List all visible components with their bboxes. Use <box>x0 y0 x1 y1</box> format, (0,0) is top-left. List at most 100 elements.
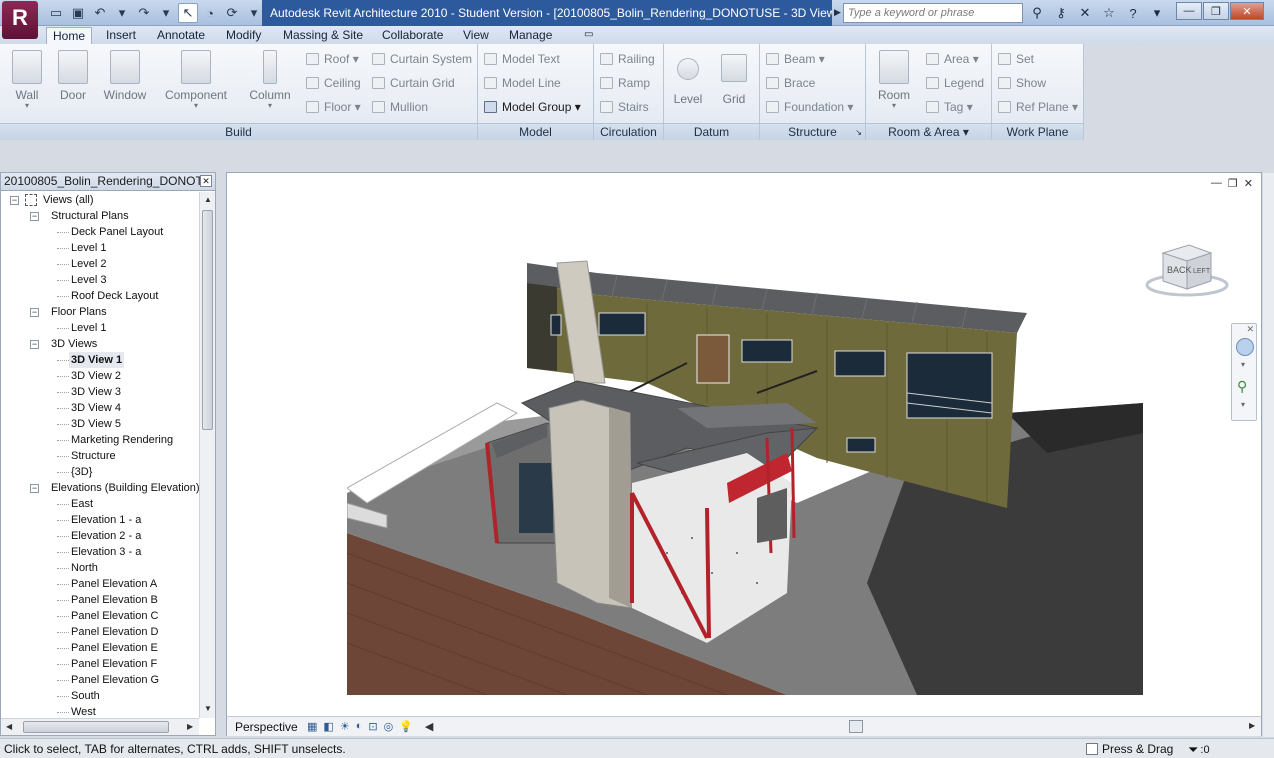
tree-item[interactable]: Panel Elevation B <box>71 592 158 608</box>
selection-filter[interactable]: ⏷ :0 <box>1188 742 1210 758</box>
level-button[interactable]: Level <box>664 48 712 106</box>
help-icon[interactable]: ? <box>1122 3 1144 23</box>
ramp-button[interactable]: Ramp <box>598 74 650 92</box>
tree-item[interactable]: Structure <box>71 448 116 464</box>
tree-item[interactable]: Level 3 <box>71 272 106 288</box>
beam-button[interactable]: Beam ▾ <box>764 50 825 68</box>
tree-item[interactable]: East <box>71 496 93 512</box>
tree-item[interactable]: North <box>71 560 98 576</box>
stairs-button[interactable]: Stairs <box>598 98 649 116</box>
set-button[interactable]: Set <box>996 50 1034 68</box>
tree-item[interactable]: Level 1 <box>71 240 106 256</box>
tree-item[interactable]: Panel Elevation C <box>71 608 158 624</box>
minimize-icon[interactable]: — <box>1176 2 1202 20</box>
sun-path-icon[interactable]: ☀ <box>340 720 350 733</box>
subscription-key-icon[interactable]: ⚷ <box>1050 3 1072 23</box>
tab-collaborate[interactable]: Collaborate <box>380 27 445 44</box>
component-button[interactable]: Component ▾ <box>163 48 229 110</box>
window-button[interactable]: Window <box>101 48 149 102</box>
3d-view-window[interactable]: — ❐ ✕ BACK LEFT ✕ ▾ ⚲ ▾ Perspective ▦ ◧ … <box>226 172 1274 737</box>
railing-button[interactable]: Railing <box>598 50 655 68</box>
curtain-grid-button[interactable]: Curtain Grid <box>370 74 455 92</box>
collapse-icon[interactable]: − <box>30 308 39 317</box>
close-icon[interactable]: ✕ <box>1244 177 1253 190</box>
tab-insert[interactable]: Insert <box>104 27 138 44</box>
ref-plane-button[interactable]: Ref Plane ▾ <box>996 98 1078 116</box>
legend-button[interactable]: Legend <box>924 74 984 92</box>
curtain-system-button[interactable]: Curtain System <box>370 50 472 68</box>
collapse-icon[interactable]: − <box>10 196 19 205</box>
tab-manage[interactable]: Manage <box>507 27 554 44</box>
customize-dropdown-icon[interactable]: ▾ <box>244 3 264 23</box>
press-drag-toggle[interactable]: Press & Drag <box>1086 742 1173 756</box>
collapse-icon[interactable]: − <box>30 484 39 493</box>
select-cursor-icon[interactable]: ↖ <box>178 3 198 23</box>
tree-item[interactable]: Level 2 <box>71 256 106 272</box>
tree-item[interactable]: Panel Elevation A <box>71 576 157 592</box>
close-icon[interactable]: ✕ <box>200 175 212 187</box>
open-icon[interactable]: ▭ <box>46 3 66 23</box>
tree-item[interactable]: Panel Elevation D <box>71 624 158 640</box>
restore-icon[interactable]: ❐ <box>1228 177 1238 190</box>
sync-icon[interactable]: ⟳ <box>222 3 242 23</box>
tree-item[interactable]: Panel Elevation G <box>71 672 159 688</box>
restore-icon[interactable]: ❐ <box>1203 2 1229 20</box>
tab-modify[interactable]: Modify <box>224 27 263 44</box>
crop-view-icon[interactable]: ⊡ <box>368 720 377 733</box>
tree-item[interactable]: Elevation 2 - a <box>71 528 141 544</box>
temporary-hide-icon[interactable]: ◎ <box>384 720 394 733</box>
tree-floor-plans[interactable]: Floor Plans <box>51 304 107 320</box>
tab-annotate[interactable]: Annotate <box>155 27 207 44</box>
foundation-button[interactable]: Foundation ▾ <box>764 98 853 116</box>
tree-item[interactable]: Panel Elevation E <box>71 640 158 656</box>
tab-massing-site[interactable]: Massing & Site <box>281 27 365 44</box>
structure-panel-title[interactable]: Structure ↘ <box>760 123 865 140</box>
scroll-left-icon[interactable]: ◀ <box>6 722 12 731</box>
area-button[interactable]: Area ▾ <box>924 50 979 68</box>
application-menu-button[interactable]: R <box>2 1 38 39</box>
redo-icon[interactable]: ↷ <box>134 3 154 23</box>
measure-icon[interactable]: ◔ <box>200 3 220 23</box>
dropdown-icon[interactable]: ▾ <box>156 3 176 23</box>
tree-3d-views[interactable]: 3D Views <box>51 336 97 352</box>
tree-item[interactable]: Panel Elevation F <box>71 656 157 672</box>
collapse-icon[interactable]: − <box>30 340 39 349</box>
scroll-thumb[interactable] <box>23 721 169 733</box>
tab-view[interactable]: View <box>461 27 491 44</box>
tree-item[interactable]: 3D View 2 <box>71 368 121 384</box>
tree-structural-plans[interactable]: Structural Plans <box>51 208 129 224</box>
close-icon[interactable]: ✕ <box>1246 324 1254 335</box>
tree-vertical-scrollbar[interactable]: ▲ ▼ <box>199 192 215 718</box>
filter-icon[interactable]: ⏷ <box>1188 742 1198 758</box>
tree-item[interactable]: South <box>71 688 100 704</box>
tab-home[interactable]: Home <box>46 27 93 44</box>
tree-item[interactable]: 3D View 4 <box>71 400 121 416</box>
room-button[interactable]: Room ▾ <box>870 48 918 110</box>
tag-button[interactable]: Tag ▾ <box>924 98 973 116</box>
undo-icon[interactable]: ↶ <box>90 3 110 23</box>
room-area-panel-title[interactable]: Room & Area ▾ <box>866 123 991 140</box>
door-button[interactable]: Door <box>49 48 97 102</box>
minimize-icon[interactable]: — <box>1211 177 1222 190</box>
dropdown-icon[interactable]: ▾ <box>112 3 132 23</box>
press-drag-checkbox[interactable] <box>1086 743 1098 755</box>
zoom-icon[interactable]: ⚲ <box>1237 378 1247 395</box>
reveal-hidden-icon[interactable]: 💡 <box>399 720 413 733</box>
model-line-button[interactable]: Model Line <box>482 74 561 92</box>
communication-center-icon[interactable]: ✕ <box>1074 3 1096 23</box>
steering-wheel-icon[interactable] <box>1236 338 1254 356</box>
tree-elevations[interactable]: Elevations (Building Elevation) <box>51 480 199 496</box>
scroll-thumb[interactable] <box>849 720 863 733</box>
ceiling-button[interactable]: Ceiling <box>304 74 361 92</box>
tree-item[interactable]: Elevation 3 - a <box>71 544 141 560</box>
view-vertical-scrollbar[interactable] <box>1263 173 1274 737</box>
tree-views-root[interactable]: Views (all) <box>25 192 94 208</box>
scroll-up-icon[interactable]: ▲ <box>204 195 212 204</box>
wall-button[interactable]: Wall ▾ <box>3 48 51 110</box>
minimize-ribbon-icon[interactable]: ▭ <box>582 27 595 44</box>
scroll-left-icon[interactable]: ◀ <box>425 720 433 733</box>
show-button[interactable]: Show <box>996 74 1046 92</box>
brace-button[interactable]: Brace <box>764 74 815 92</box>
model-group-button[interactable]: Model Group ▾ <box>482 98 581 116</box>
binoculars-search-icon[interactable]: ⚲ <box>1026 3 1048 23</box>
